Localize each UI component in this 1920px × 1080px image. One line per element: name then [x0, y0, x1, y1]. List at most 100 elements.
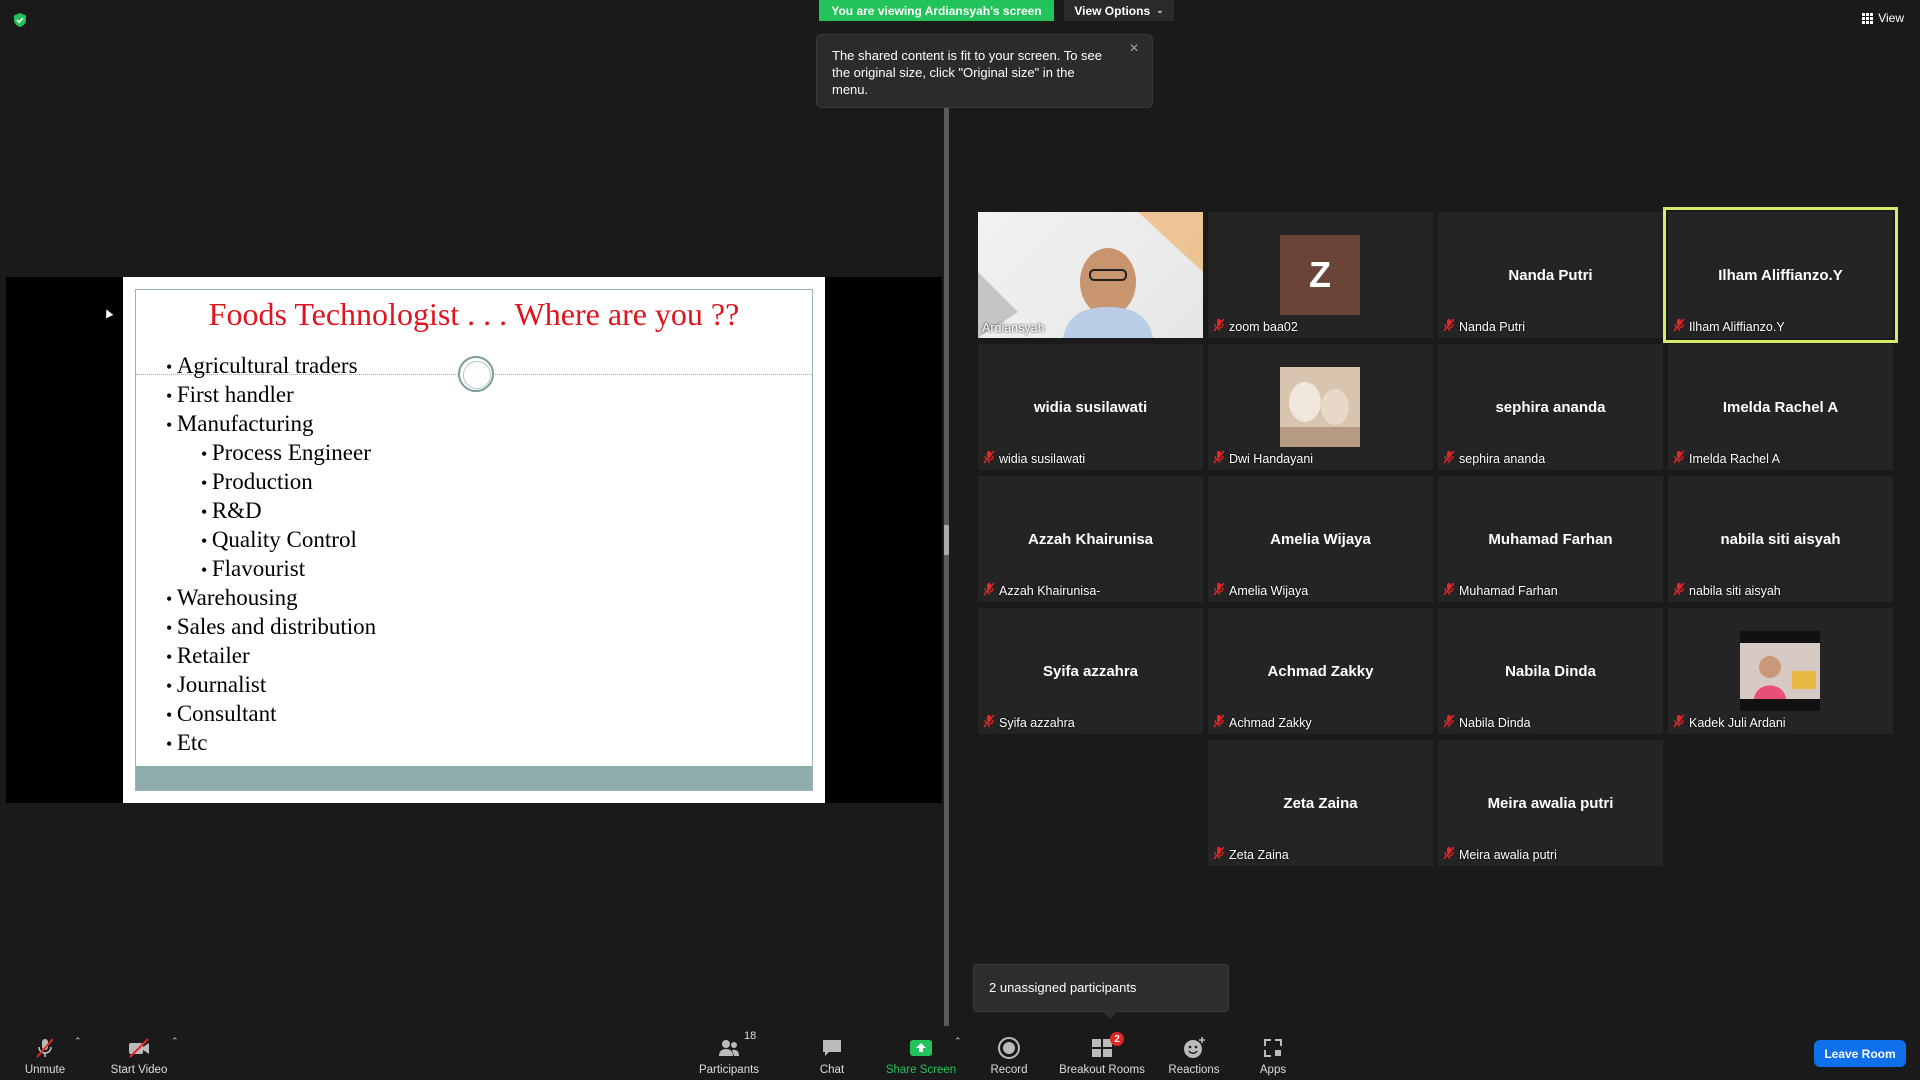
participants-label: Participants — [698, 1064, 760, 1076]
mic-off-icon — [1212, 318, 1226, 335]
mic-off-icon — [1442, 582, 1456, 599]
mic-off-icon — [1442, 846, 1456, 863]
participant-label-text: Kadek Juli Ardani — [1689, 715, 1786, 730]
participants-icon — [719, 1040, 739, 1056]
mic-off-icon — [1672, 450, 1686, 467]
mic-off-icon — [1212, 846, 1226, 863]
unassigned-participants-popup[interactable]: 2 unassigned participants — [973, 964, 1229, 1019]
mic-off-icon — [1672, 714, 1686, 731]
video-off-icon — [129, 1038, 149, 1058]
slide-bullet-item: Quality Control — [166, 526, 376, 555]
divider-grip-handle[interactable] — [944, 525, 949, 555]
participant-tile[interactable]: widia susilawati widia susilawati — [978, 344, 1203, 470]
apps-icon — [1264, 1039, 1282, 1057]
view-button[interactable]: View — [1862, 11, 1904, 25]
start-video-button[interactable]: Start Video — [104, 1030, 174, 1076]
mic-off-icon — [1442, 450, 1456, 467]
slide-bullet-item: Production — [166, 468, 376, 497]
participant-label: Muhamad Farhan — [1442, 582, 1558, 599]
participant-tile[interactable]: Nanda Putri Nanda Putri — [1438, 212, 1663, 338]
reactions-icon — [1184, 1037, 1205, 1058]
start-video-label: Start Video — [110, 1064, 168, 1076]
participant-label-text: Amelia Wijaya — [1229, 583, 1309, 598]
chat-button[interactable]: Chat — [812, 1030, 852, 1076]
apps-button[interactable]: Apps — [1256, 1030, 1290, 1076]
participant-label: Ardiansyah — [982, 321, 1045, 335]
participant-label-text: Ilham Aliffianzo.Y — [1689, 319, 1785, 334]
share-options-caret-icon[interactable]: ⌃ — [954, 1036, 962, 1047]
participant-tile[interactable]: Nabila Dinda Nabila Dinda — [1438, 608, 1663, 734]
participant-tile[interactable]: Ilham Aliffianzo.Y Ilham Aliffianzo.Y — [1663, 207, 1898, 343]
participant-tile[interactable]: Muhamad Farhan Muhamad Farhan — [1438, 476, 1663, 602]
slide-footer-bar — [136, 766, 812, 790]
split-divider[interactable] — [944, 108, 949, 1028]
participant-tile[interactable]: Meira awalia putri Meira awalia putri — [1438, 740, 1663, 866]
unmute-button[interactable]: Unmute — [20, 1030, 70, 1076]
video-options-caret-icon[interactable]: ⌃ — [171, 1036, 179, 1047]
participant-label: Achmad Zakky — [1212, 714, 1312, 731]
shared-screen[interactable]: Foods Technologist . . . Where are you ?… — [6, 277, 942, 803]
participant-label-text: Ardiansyah — [982, 321, 1045, 335]
share-screen-icon — [910, 1040, 932, 1056]
slide-bullet-item: Warehousing — [166, 584, 376, 613]
reactions-label: Reactions — [1168, 1064, 1220, 1076]
participant-tile[interactable]: Azzah Khairunisa Azzah Khairunisa- — [978, 476, 1203, 602]
participant-tile[interactable]: sephira ananda sephira ananda — [1438, 344, 1663, 470]
chat-icon — [823, 1040, 841, 1056]
audio-options-caret-icon[interactable]: ⌃ — [74, 1036, 82, 1047]
participant-tile[interactable]: Dwi Handayani — [1208, 344, 1433, 470]
participant-label-text: sephira ananda — [1459, 451, 1546, 466]
slide-bullet-item: R&D — [166, 497, 376, 526]
participant-label: Meira awalia putri — [1442, 846, 1557, 863]
participant-label-text: Syifa azzahra — [999, 715, 1075, 730]
participant-tile[interactable]: Imelda Rachel A Imelda Rachel A — [1668, 344, 1893, 470]
record-button[interactable]: Record — [986, 1030, 1032, 1076]
record-icon — [998, 1037, 1020, 1059]
slide-bullet-item: Sales and distribution — [166, 613, 376, 642]
participant-tile[interactable]: Achmad Zakky Achmad Zakky — [1208, 608, 1433, 734]
participants-count: 18 — [744, 1030, 757, 1042]
view-button-label: View — [1878, 11, 1904, 25]
slide-bullet-item: Agricultural traders — [166, 352, 376, 381]
mic-off-icon — [1212, 582, 1226, 599]
mic-off-icon — [1672, 582, 1686, 599]
unmute-label: Unmute — [24, 1064, 66, 1076]
breakout-rooms-button[interactable]: 2 Breakout Rooms — [1056, 1030, 1148, 1076]
apps-label: Apps — [1259, 1064, 1287, 1076]
participant-label: Syifa azzahra — [982, 714, 1075, 731]
reactions-button[interactable]: Reactions — [1166, 1030, 1222, 1076]
security-shield-icon[interactable] — [12, 12, 28, 28]
mic-off-icon — [1442, 318, 1456, 335]
view-options-button[interactable]: View Options ⌄ — [1064, 0, 1174, 21]
mic-off-icon — [982, 714, 996, 731]
participants-button[interactable]: 18 Participants — [694, 1030, 764, 1076]
participant-label-text: Muhamad Farhan — [1459, 583, 1558, 598]
participant-label: Dwi Handayani — [1212, 450, 1313, 467]
share-screen-button[interactable]: Share Screen — [884, 1030, 958, 1076]
participant-tile[interactable]: Zzoom baa02 — [1208, 212, 1433, 338]
slide-bullet-item: Retailer — [166, 642, 376, 671]
fit-to-screen-tooltip: The shared content is fit to your screen… — [816, 34, 1153, 108]
participant-tile[interactable]: Syifa azzahra Syifa azzahra — [978, 608, 1203, 734]
participant-label-text: nabila siti aisyah — [1689, 583, 1781, 598]
slide-bullet-item: First handler — [166, 381, 376, 410]
participant-label-text: Azzah Khairunisa- — [999, 583, 1101, 598]
leave-room-button[interactable]: Leave Room — [1814, 1040, 1906, 1067]
participant-label-text: Imelda Rachel A — [1689, 451, 1781, 466]
participant-label: zoom baa02 — [1212, 318, 1298, 335]
slide-bullet-item: Etc — [166, 729, 376, 758]
record-label: Record — [990, 1064, 1028, 1076]
participant-tile[interactable]: Zeta Zaina Zeta Zaina — [1208, 740, 1433, 866]
participant-tile[interactable]: nabila siti aisyah nabila siti aisyah — [1668, 476, 1893, 602]
participant-tile[interactable]: Ardiansyah — [978, 212, 1203, 338]
presentation-slide: Foods Technologist . . . Where are you ?… — [123, 277, 825, 803]
participant-label-text: Achmad Zakky — [1229, 715, 1312, 730]
participant-tile[interactable]: Amelia Wijaya Amelia Wijaya — [1208, 476, 1433, 602]
participant-label: sephira ananda — [1442, 450, 1545, 467]
participant-photo — [1280, 367, 1360, 447]
participant-tile[interactable]: Kadek Juli Ardani — [1668, 608, 1893, 734]
mic-off-icon — [36, 1038, 54, 1058]
chevron-down-icon: ⌄ — [1156, 5, 1164, 15]
participant-photo — [1740, 631, 1820, 711]
close-icon[interactable]: × — [1126, 41, 1142, 57]
